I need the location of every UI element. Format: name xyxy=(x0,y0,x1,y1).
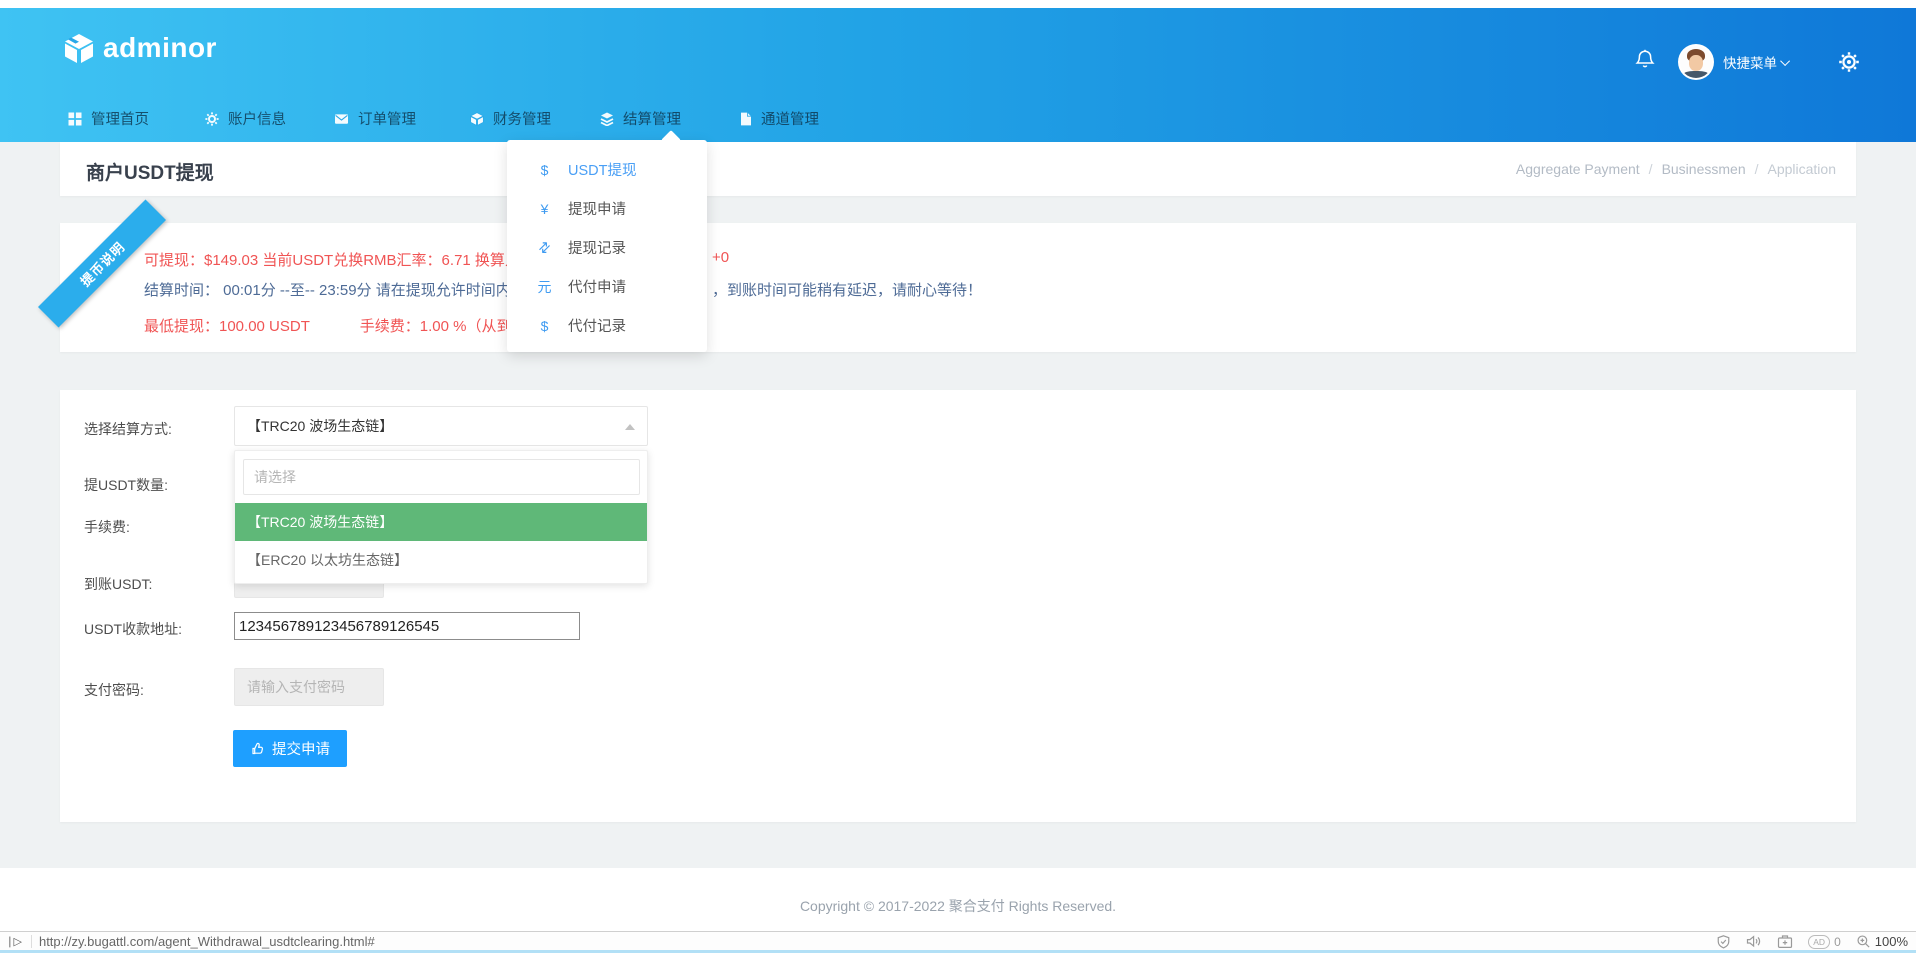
notice-line-time-tail: ，到账时间可能稍有延迟，请耐心等待！ xyxy=(712,279,982,300)
select-option-erc20[interactable]: 【ERC20 以太坊生态链】 xyxy=(235,541,647,579)
chevron-up-icon xyxy=(625,424,635,430)
submenu-item-withdraw-apply[interactable]: ¥ 提现申请 xyxy=(507,189,707,228)
label-usdt-amount: 提USDT数量: xyxy=(84,475,234,495)
chevron-down-icon xyxy=(1780,56,1790,66)
ad-blocker-badge[interactable]: AD 0 xyxy=(1808,935,1841,949)
breadcrumb-separator: / xyxy=(1755,161,1759,177)
status-url-text[interactable]: http://zy.bugattl.com/agent_Withdrawal_u… xyxy=(39,934,375,949)
zoom-level: 100% xyxy=(1875,934,1908,949)
settings-gear-icon[interactable] xyxy=(1838,51,1860,73)
zoom-control[interactable]: 100% xyxy=(1856,934,1908,949)
speaker-icon[interactable] xyxy=(1746,934,1762,949)
submenu-label: 提现记录 xyxy=(568,237,626,258)
submenu-item-payout-records[interactable]: $ 代付记录 xyxy=(507,306,707,345)
label-receive-usdt: 到账USDT: xyxy=(84,574,234,594)
avatar-shirt xyxy=(1684,71,1708,78)
nav-item-settlement[interactable]: 结算管理 xyxy=(600,108,681,129)
submenu-label: 代付申请 xyxy=(568,276,626,297)
page-footer: Copyright © 2017-2022 聚合支付 Rights Reserv… xyxy=(0,868,1916,931)
notice-min-withdraw: 最低提现：100.00 USDT xyxy=(144,318,310,335)
label-usdt-address: USDT收款地址: xyxy=(84,619,234,639)
statusbar-divider xyxy=(31,935,32,948)
page-title: 商户USDT提现 xyxy=(86,158,214,185)
nav-item-dashboard[interactable]: 管理首页 xyxy=(68,108,149,129)
breadcrumb-item[interactable]: Aggregate Payment xyxy=(1516,161,1640,177)
gear-icon xyxy=(205,112,219,126)
nav-item-channels[interactable]: 通道管理 xyxy=(739,108,819,129)
brand-logo[interactable]: adminor xyxy=(62,32,217,64)
user-avatar[interactable] xyxy=(1678,44,1714,80)
withdraw-notice-panel: 提币说明 可提现：$149.03 当前USDT兑换RMB汇率：6.71 换算人民… xyxy=(60,223,1856,352)
submenu-item-payout-apply[interactable]: 元 代付申请 xyxy=(507,267,707,306)
notification-bell-icon[interactable] xyxy=(1634,48,1656,76)
usdt-address-input[interactable] xyxy=(234,612,580,640)
copyright-text: Copyright © 2017-2022 聚合支付 Rights Reserv… xyxy=(0,896,1916,916)
brand-name: adminor xyxy=(103,32,217,64)
ad-icon: AD xyxy=(1808,935,1830,949)
label-fee: 手续费: xyxy=(84,517,234,537)
cube-logo-icon xyxy=(62,33,96,64)
breadcrumb-separator: / xyxy=(1649,161,1653,177)
kit-plus-icon[interactable] xyxy=(1777,934,1793,949)
nav-label: 订单管理 xyxy=(358,108,416,129)
ad-count: 0 xyxy=(1834,935,1841,949)
nav-item-orders[interactable]: 订单管理 xyxy=(334,108,416,129)
envelope-icon xyxy=(334,112,349,126)
grid-icon xyxy=(68,112,82,126)
settle-method-dropdown: 【TRC20 波场生态链】 【ERC20 以太坊生态链】 xyxy=(234,450,648,584)
label-pay-password: 支付密码: xyxy=(84,680,234,700)
dollar-icon: $ xyxy=(537,318,552,334)
exchange-arrows-icon: ⇄ xyxy=(533,236,556,259)
select-search-input[interactable] xyxy=(243,459,640,495)
cube-icon xyxy=(470,112,484,126)
layers-icon xyxy=(600,112,614,126)
nav-label: 通道管理 xyxy=(761,108,819,129)
main-nav: 管理首页 账户信息 订单管理 xyxy=(0,108,1916,142)
nav-label: 结算管理 xyxy=(623,108,681,129)
submenu-label: 提现申请 xyxy=(568,198,626,219)
submenu-label: USDT提现 xyxy=(568,159,636,180)
notice-line-balance-tail: +0 xyxy=(712,249,729,266)
breadcrumb: Aggregate Payment / Businessmen / Applic… xyxy=(1516,161,1836,177)
yuan-icon: 元 xyxy=(537,277,552,297)
settlement-submenu: $ USDT提现 ¥ 提现申请 ⇄ 提现记录 元 代付申请 $ 代付记录 xyxy=(507,140,707,352)
file-icon xyxy=(739,112,752,126)
settle-method-value: 【TRC20 波场生态链】 xyxy=(247,418,393,434)
dollar-icon: $ xyxy=(537,162,552,178)
thumb-up-icon xyxy=(250,741,265,756)
submenu-label: 代付记录 xyxy=(568,315,626,336)
run-step-icon[interactable]: ∣▷ xyxy=(7,935,23,948)
quick-menu-dropdown[interactable]: 快捷菜单 xyxy=(1723,52,1790,72)
yen-icon: ¥ xyxy=(537,201,552,217)
quick-menu-label: 快捷菜单 xyxy=(1723,52,1777,72)
shield-check-icon[interactable] xyxy=(1716,934,1731,950)
nav-item-account[interactable]: 账户信息 xyxy=(205,108,286,129)
nav-label: 管理首页 xyxy=(91,108,149,129)
pay-password-input[interactable] xyxy=(234,668,384,706)
breadcrumb-item[interactable]: Businessmen xyxy=(1662,161,1746,177)
page-title-bar: 商户USDT提现 Aggregate Payment / Businessmen… xyxy=(60,142,1856,196)
breadcrumb-item-current: Application xyxy=(1768,161,1837,177)
select-option-trc20[interactable]: 【TRC20 波场生态链】 xyxy=(235,503,647,541)
notice-line-balance: 可提现：$149.03 当前USDT兑换RMB汇率：6.71 换算人民币￥ xyxy=(144,249,565,270)
label-settle-method: 选择结算方式: xyxy=(84,419,234,439)
page: adminor 快捷菜单 xyxy=(0,0,1916,953)
browser-status-bar: ∣▷ http://zy.bugattl.com/agent_Withdrawa… xyxy=(0,931,1916,950)
nav-label: 账户信息 xyxy=(228,108,286,129)
avatar-face xyxy=(1689,55,1703,71)
submenu-item-usdt-withdraw[interactable]: $ USDT提现 xyxy=(507,150,707,189)
zoom-plus-icon xyxy=(1856,934,1871,949)
app-header: adminor 快捷菜单 xyxy=(0,8,1916,142)
submenu-item-withdraw-records[interactable]: ⇄ 提现记录 xyxy=(507,228,707,267)
submit-application-button[interactable]: 提交申请 xyxy=(233,730,347,767)
nav-label: 财务管理 xyxy=(493,108,551,129)
settle-method-select[interactable]: 【TRC20 波场生态链】 xyxy=(234,406,648,446)
nav-item-finance[interactable]: 财务管理 xyxy=(470,108,551,129)
submit-label: 提交申请 xyxy=(272,738,330,759)
